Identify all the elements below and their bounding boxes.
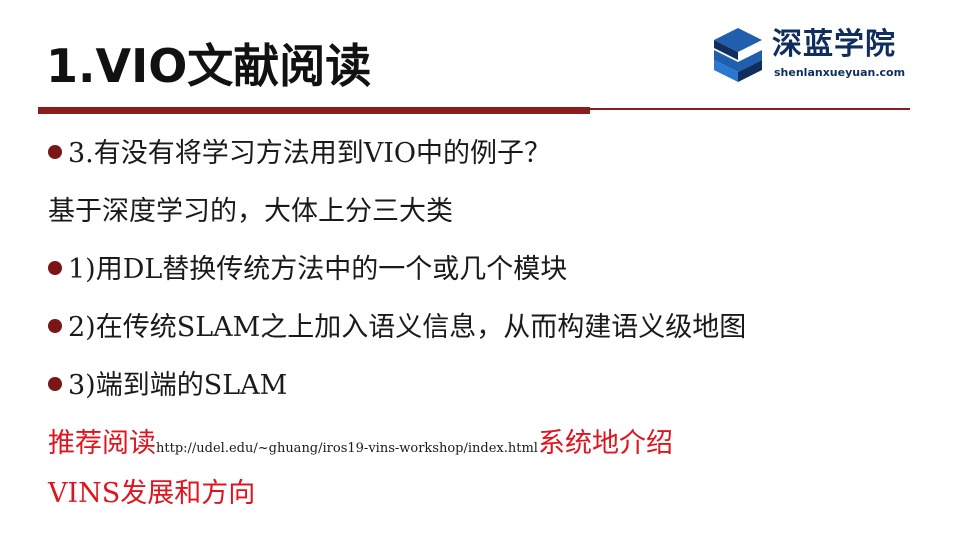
question-text: 3.有没有将学习方法用到VIO中的例子？: [68, 138, 552, 169]
bullet-dot: [48, 377, 62, 391]
intro-line: 基于深度学习的，大体上分三大类: [48, 196, 453, 227]
bullet-dot: [48, 261, 62, 275]
recommend-prefix: 推荐阅读: [48, 428, 156, 459]
bullet-item-3-text: 3)端到端的SLAM: [68, 370, 288, 401]
bullet-item-2-text: 2)在传统SLAM之上加入语义信息，从而构建语义级地图: [68, 312, 747, 343]
bullet-item-2: 2)在传统SLAM之上加入语义信息，从而构建语义级地图: [48, 310, 746, 346]
bullet-dot: [48, 319, 62, 333]
bullet-item-3: 3)端到端的SLAM: [48, 368, 287, 404]
title-underline: [38, 107, 590, 114]
logo-domain: shenlanxueyuan.com: [774, 66, 906, 79]
bullet-item-1-text: 1)用DL替换传统方法中的一个或几个模块: [68, 254, 568, 285]
title-underline-thin: [590, 108, 910, 110]
recommend-link[interactable]: http://udel.edu/~ghuang/iros19-vins-work…: [156, 441, 538, 456]
bullet-item-1: 1)用DL替换传统方法中的一个或几个模块: [48, 252, 567, 288]
question-line: 3.有没有将学习方法用到VIO中的例子？: [48, 136, 551, 172]
logo-mark-icon: [714, 28, 762, 82]
logo-name: 深蓝学院: [772, 27, 896, 62]
slide: 1.VIO文献阅读 深蓝学院 shenlanxueyuan.com 3.有没有将…: [0, 0, 960, 540]
recommend-line-2: VINS发展和方向: [48, 478, 256, 509]
logo: 深蓝学院 shenlanxueyuan.com: [710, 26, 920, 88]
recommend-line: 推荐阅读http://udel.edu/~ghuang/iros19-vins-…: [48, 426, 673, 467]
recommend-suffix: 系统地介绍: [537, 428, 673, 459]
bullet-dot: [48, 145, 62, 159]
slide-title: 1.VIO文献阅读: [46, 39, 372, 93]
